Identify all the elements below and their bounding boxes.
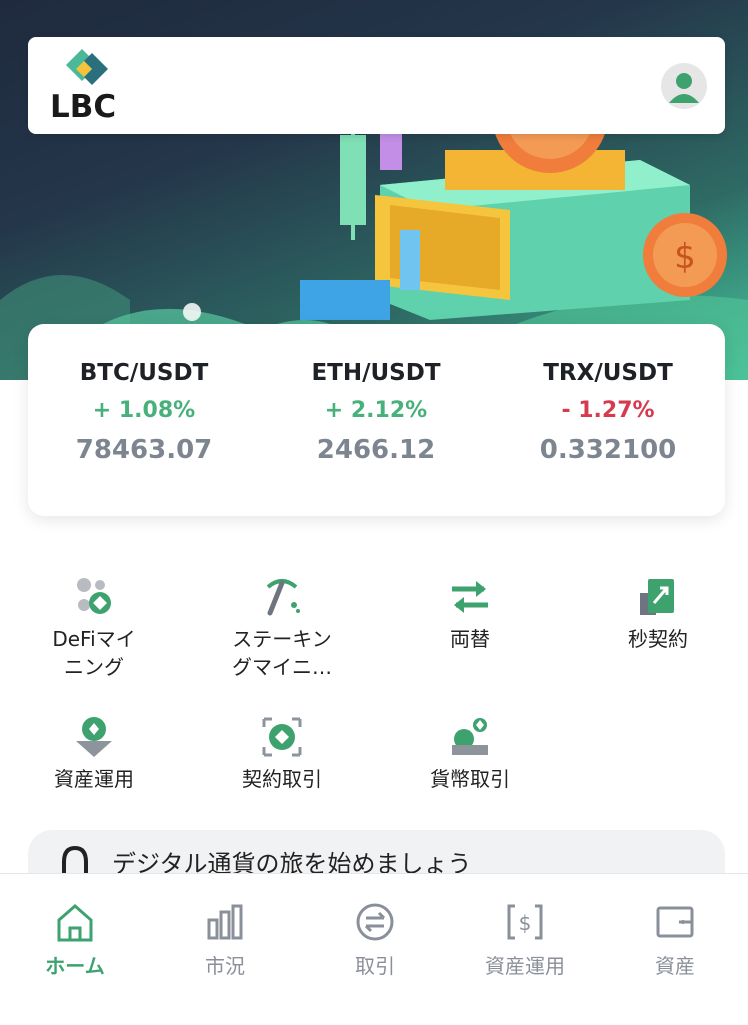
asset-management-icon — [76, 717, 112, 757]
ticker-eth[interactable]: ETH/USDT + 2.12% 2466.12 — [260, 360, 492, 465]
ticker-price: 78463.07 — [75, 435, 213, 465]
exchange-arrows-icon — [452, 581, 488, 613]
ticker-trx[interactable]: TRX/USDT - 1.27% 0.332100 — [492, 360, 724, 465]
ticker-price: 0.332100 — [539, 435, 677, 465]
feature-label: 資産運用 — [54, 767, 134, 791]
feature-contract-trade[interactable]: 契約取引 — [202, 715, 362, 793]
ticker-change: + 2.12% — [324, 398, 428, 423]
user-icon — [669, 73, 699, 103]
bar-chart-icon — [207, 904, 243, 940]
ticker-pair: ETH/USDT — [311, 360, 441, 386]
feature-exchange[interactable]: 両替 — [390, 575, 550, 653]
feature-label: ステーキン グマイニ… — [232, 627, 332, 679]
ticker-change: - 1.27% — [561, 398, 655, 423]
wallet-icon — [656, 906, 694, 938]
feature-coin-trade[interactable]: 貨幣取引 — [390, 715, 550, 793]
tab-label: 資産 — [655, 954, 695, 978]
svg-text:$: $ — [519, 911, 532, 935]
top-header: LBC — [28, 37, 725, 134]
tab-market[interactable]: 市況 — [150, 900, 300, 979]
svg-text:$: $ — [674, 237, 696, 277]
coin-trade-icon — [452, 718, 488, 755]
tab-label: 取引 — [355, 954, 395, 978]
brand-name: LBC — [50, 89, 117, 125]
feature-label: 契約取引 — [242, 767, 322, 791]
market-ticker-card: BTC/USDT + 1.08% 78463.07 ETH/USDT + 2.1… — [28, 324, 725, 516]
home-icon — [57, 904, 93, 942]
feature-label: 秒契約 — [628, 627, 688, 651]
user-avatar[interactable] — [661, 63, 707, 109]
brand-logo[interactable]: LBC — [50, 47, 130, 127]
defi-mining-icon — [77, 578, 111, 614]
contract-trade-icon — [262, 717, 302, 757]
feature-label: 両替 — [450, 627, 490, 651]
feature-defi-mining[interactable]: DeFiマイ ニング — [14, 575, 174, 681]
tab-trade[interactable]: 取引 — [300, 900, 450, 979]
pickaxe-icon — [266, 579, 300, 616]
tab-label: 資産運用 — [485, 954, 565, 978]
swap-circle-icon — [356, 903, 394, 941]
feature-asset-management[interactable]: 資産運用 — [14, 715, 174, 793]
bottom-navigation: ホーム 市況 取引 $ 資産運用 資産 — [0, 873, 748, 1025]
lbc-logo-icon — [66, 49, 108, 85]
contract-chart-icon — [640, 579, 674, 615]
feature-second-contract[interactable]: 秒契約 — [578, 575, 738, 653]
tab-assets[interactable]: 資産 — [600, 900, 748, 979]
tab-asset-management[interactable]: $ 資産運用 — [450, 900, 600, 979]
feature-label: DeFiマイ ニング — [52, 627, 136, 679]
ticker-pair: TRX/USDT — [543, 360, 673, 386]
feature-label: 貨幣取引 — [430, 767, 510, 791]
tab-label: 市況 — [205, 954, 245, 978]
ticker-price: 2466.12 — [316, 435, 436, 465]
tab-label: ホーム — [45, 954, 105, 978]
ticker-pair: BTC/USDT — [79, 360, 209, 386]
ticker-btc[interactable]: BTC/USDT + 1.08% 78463.07 — [28, 360, 260, 465]
tab-home[interactable]: ホーム — [0, 900, 150, 979]
ticker-change: + 1.08% — [92, 398, 196, 423]
dollar-doc-icon: $ — [507, 904, 543, 940]
feature-staking-mining[interactable]: ステーキン グマイニ… — [202, 575, 362, 681]
